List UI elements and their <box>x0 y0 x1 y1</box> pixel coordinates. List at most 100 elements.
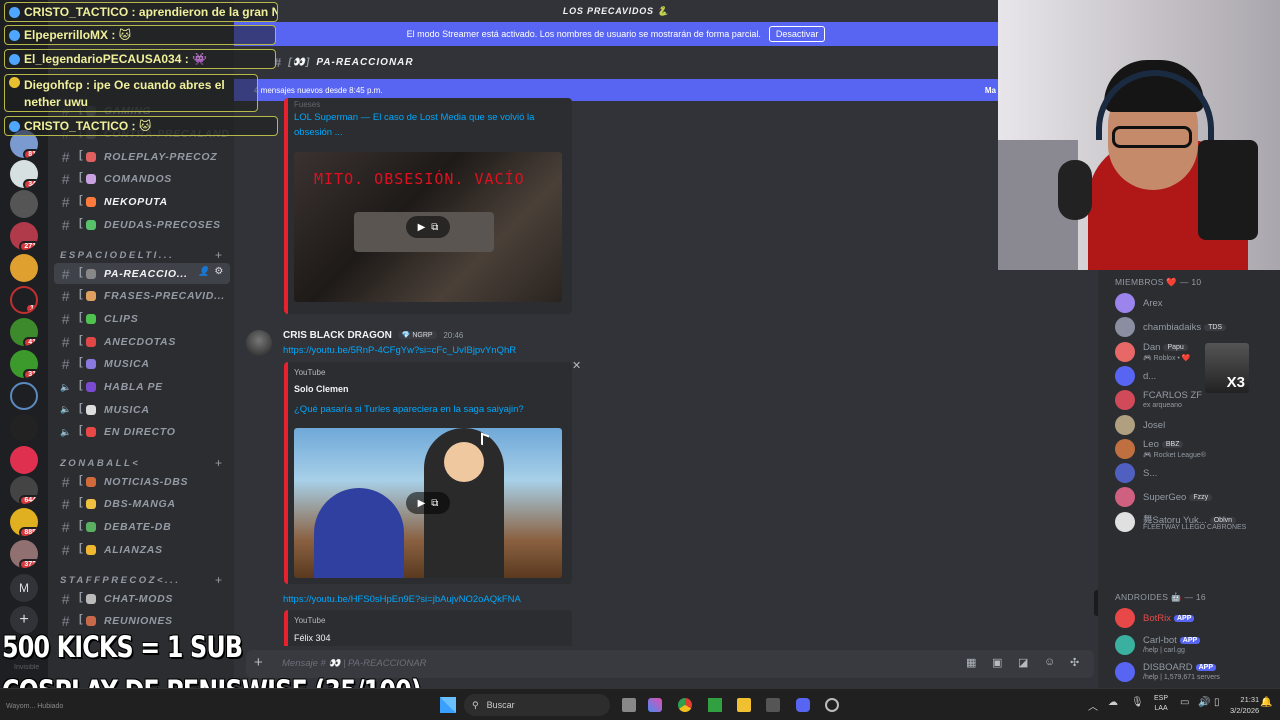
channel-settings-icon[interactable]: ⚙ <box>214 266 224 277</box>
notification-bell-icon[interactable]: 🔔 <box>1260 697 1272 708</box>
member-item[interactable]: SuperGeo Fzzy <box>1115 487 1275 511</box>
server-icon[interactable]: 885 <box>10 508 38 536</box>
channel-item[interactable]: # CHAT-MODS <box>54 588 230 609</box>
language-indicator[interactable]: ESP LAA <box>1154 694 1168 714</box>
add-attachment-icon[interactable]: + <box>254 654 263 671</box>
gift-icon[interactable]: ▦ <box>966 656 976 669</box>
channel-item[interactable]: 🔈 HABLA PE <box>54 377 230 398</box>
channel-item[interactable]: 🔈 MUSICA <box>54 399 230 420</box>
member-item[interactable]: Carl-bot APP/help | carl.gg <box>1115 635 1275 659</box>
gif-icon[interactable]: ▣ <box>992 656 1002 669</box>
server-icon[interactable]: 372 <box>10 540 38 568</box>
channel-category[interactable]: ESPACIODELTI... <box>60 250 174 261</box>
video-thumbnail[interactable]: MITO. OBSESIÓN. VACÍO ▶ ⧉ <box>294 152 562 302</box>
server-icon[interactable]: 41 <box>10 318 38 346</box>
obs-icon[interactable] <box>825 698 839 712</box>
chrome-icon[interactable] <box>678 698 692 712</box>
member-item[interactable]: Josel <box>1115 414 1275 439</box>
channel-category[interactable]: ZONABALL< <box>60 458 140 469</box>
message-input[interactable]: Mensaje # 👀 | PA-REACCIONAR <box>282 658 427 669</box>
taskbar-search[interactable]: ⚲ Buscar <box>464 694 610 716</box>
sticker-icon[interactable]: ◪ <box>1018 656 1028 669</box>
network-icon[interactable]: ▭ <box>1180 697 1189 708</box>
channel-item[interactable]: # MUSICA <box>54 354 230 375</box>
member-item[interactable]: chambiadaiks TDS <box>1115 317 1275 341</box>
channel-item[interactable]: # PA-REACCIO... ⚙ 👤 <box>54 263 230 284</box>
embed-author[interactable]: Solo Clemen <box>294 384 349 394</box>
message-username[interactable]: CRIS BLACK DRAGON <box>283 330 392 341</box>
member-item[interactable]: S... <box>1115 463 1275 487</box>
apps-icon[interactable]: ✣ <box>1070 656 1079 669</box>
add-channel-icon[interactable]: + <box>215 573 222 587</box>
copilot-icon[interactable] <box>648 698 662 712</box>
battery-icon[interactable]: ▯ <box>1214 697 1220 708</box>
video-thumbnail[interactable]: ▶ ⧉ <box>294 428 562 578</box>
server-icon[interactable]: 1 <box>10 286 38 314</box>
discord-taskbar-icon[interactable] <box>796 698 810 712</box>
tray-chevron-icon[interactable]: ︿ <box>1088 698 1098 713</box>
message-link[interactable]: https://youtu.be/5RnP-4CFgYw?si=cFc_UvIB… <box>283 345 516 356</box>
channel-item[interactable]: # COMANDOS <box>54 169 230 190</box>
emoji-icon[interactable]: ☺ <box>1044 656 1055 668</box>
xbox-icon[interactable] <box>708 698 722 712</box>
avatar[interactable] <box>246 330 272 356</box>
server-icon[interactable] <box>10 190 38 218</box>
volume-icon[interactable]: 🔊 <box>1198 697 1210 708</box>
close-embed-icon[interactable]: ✕ <box>572 359 581 372</box>
member-item[interactable]: d... <box>1115 365 1275 390</box>
task-view-icon[interactable] <box>622 698 636 712</box>
member-tag: Oblvn <box>1209 516 1237 524</box>
server-icon[interactable]: 31 <box>10 350 38 378</box>
channel-item[interactable]: 🔈 EN DIRECTO <box>54 422 230 443</box>
server-icon[interactable] <box>10 382 38 410</box>
member-item[interactable]: FCARLOS ZF ex arqueano <box>1115 390 1275 414</box>
deactivate-streamer-button[interactable]: Desactivar <box>768 26 826 42</box>
message-link[interactable]: https://youtu.be/HFS0sHpEn9E?si=jbAujvNO… <box>283 594 521 605</box>
server-letter-icon[interactable]: M <box>10 574 38 602</box>
add-channel-icon[interactable]: + <box>215 248 222 262</box>
channel-category[interactable]: STAFFPRECOZ<... <box>60 575 180 586</box>
server-icon[interactable] <box>10 254 38 282</box>
file-explorer-icon[interactable] <box>737 698 751 712</box>
invite-icon[interactable]: 👤 <box>198 266 210 277</box>
member-name-text: Leo <box>1143 438 1159 450</box>
member-item[interactable]: DISBOARD APP/help | 1,579,671 servers <box>1115 662 1275 686</box>
play-button[interactable]: ▶ ⧉ <box>406 492 450 514</box>
channel-item[interactable]: # ANECDOTAS <box>54 331 230 352</box>
clock[interactable]: 21:31 3/2/2026 <box>1230 694 1259 716</box>
play-button[interactable]: ▶ ⧉ <box>406 216 450 238</box>
onedrive-icon[interactable]: ☁ <box>1108 697 1118 708</box>
member-item[interactable]: BotRix APP <box>1115 608 1275 632</box>
channel-item[interactable]: # DEBATE-DB <box>54 516 230 537</box>
member-item[interactable]: Dan Papu 🎮 Roblox • ❤️ <box>1115 341 1275 366</box>
server-icon[interactable] <box>10 446 38 474</box>
server-icon[interactable]: 34 <box>10 160 38 188</box>
member-tag: APP <box>1179 637 1201 644</box>
server-icon[interactable]: 271 <box>10 222 38 250</box>
avatar <box>1115 317 1135 338</box>
server-icon[interactable]: 644 <box>10 476 38 504</box>
mark-read-link[interactable]: Ma <box>985 86 996 95</box>
windows-start-icon[interactable] <box>440 697 456 713</box>
channel-item[interactable]: # FRASES-PRECAVID... <box>54 286 230 307</box>
store-icon[interactable] <box>766 698 780 712</box>
channel-item[interactable]: # ROLEPLAY-PRECOZ <box>54 146 230 167</box>
embed-title-link[interactable]: ¿Qué pasaría si Turles apareciera en la … <box>294 402 564 417</box>
channel-emoji-icon <box>79 379 96 392</box>
channel-header: # [👀] PA-REACCIONAR <box>234 48 998 76</box>
channel-item[interactable]: # DEUDAS-PRECOSES <box>54 214 230 235</box>
add-channel-icon[interactable]: + <box>215 456 222 470</box>
channel-item[interactable]: # ALIANZAS <box>54 539 230 560</box>
channel-item[interactable]: # NOTICIAS-DBS <box>54 471 230 492</box>
member-item[interactable]: Leo BBZ 🎮 Rocket League® <box>1115 438 1275 463</box>
mic-icon[interactable]: 🎙 <box>1131 697 1144 708</box>
channel-item[interactable]: # CLIPS <box>54 308 230 329</box>
embed-title-link[interactable]: LOL Superman — El caso de Lost Media que… <box>294 110 564 140</box>
member-item[interactable]: Arex <box>1115 293 1275 317</box>
channel-item[interactable]: # NEKOPUTA <box>54 191 230 212</box>
embed-author[interactable]: Félix 304 <box>294 633 331 643</box>
server-icon[interactable] <box>10 414 38 442</box>
member-item[interactable]: 舞Satoru Yuk... Oblvn FLEETWAY LLEGO CABRON… <box>1115 511 1275 536</box>
channel-item[interactable]: # REUNIONES <box>54 611 230 632</box>
channel-item[interactable]: # DBS-MANGA <box>54 494 230 515</box>
